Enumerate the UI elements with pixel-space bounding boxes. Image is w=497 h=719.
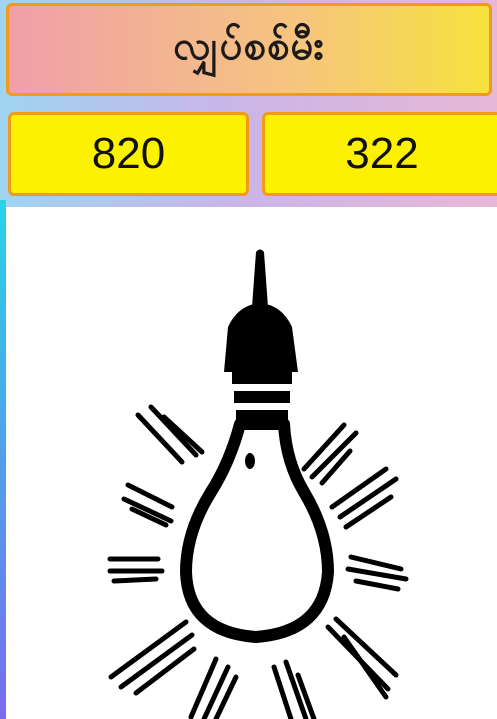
title-bar: လျှပ်စစ်မီး xyxy=(6,3,492,96)
puzzle-word-title: လျှပ်စစ်မီး xyxy=(173,23,325,69)
number-left: 820 xyxy=(91,129,166,178)
number-right: 322 xyxy=(345,129,419,178)
number-box-left[interactable]: 820 xyxy=(8,112,249,196)
image-panel xyxy=(6,207,497,719)
number-box-right[interactable]: 322 xyxy=(262,112,497,196)
light-bulb-icon xyxy=(107,249,409,719)
